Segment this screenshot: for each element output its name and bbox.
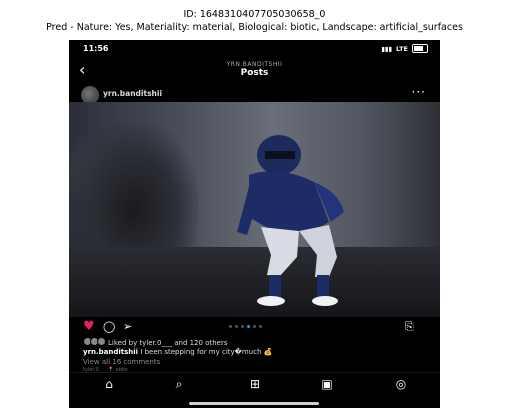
posts-header: ‹ YRN.BANDITSHII Posts — [69, 60, 440, 84]
share-icon[interactable]: ➢ — [123, 320, 132, 334]
signal-icon: ▮▮▮ — [381, 44, 393, 53]
reels-icon[interactable]: ▣ — [317, 377, 337, 391]
caption-username[interactable]: yrn.banditshii — [83, 348, 138, 356]
likes-text: Liked by tyler.0___ and 120 others — [108, 338, 228, 347]
profile-icon[interactable]: ◎ — [391, 377, 411, 391]
header-title: Posts — [240, 68, 269, 78]
like-heart-icon[interactable]: ♥ — [83, 320, 95, 334]
caption-pred: Pred - Nature: Yes, Materiality: materia… — [46, 22, 463, 33]
search-icon[interactable]: ⌕ — [169, 377, 189, 391]
bookmark-icon[interactable]: ⎘ — [405, 320, 414, 334]
post-author-row: yrn.banditshii ··· — [69, 84, 440, 104]
caption-id: ID: 1648310407705030658_0 — [183, 9, 326, 20]
carrier-label: LTE — [396, 44, 408, 53]
add-post-icon[interactable]: ⊞ — [245, 377, 265, 391]
post-actions: ♥ ◯ ➢ ⎘ — [69, 320, 440, 334]
caption-text: I been stepping for my city�much 💰 — [138, 348, 273, 356]
carousel-dot — [241, 325, 244, 328]
carousel-dot — [259, 325, 262, 328]
status-time: 11:56 — [83, 44, 109, 53]
status-bar: 11:56 ▮▮▮ LTE — [69, 44, 440, 58]
liker-avatars — [83, 337, 106, 348]
status-indicators: ▮▮▮ LTE — [381, 44, 428, 53]
football-player-figure — [237, 135, 344, 306]
view-comments-link[interactable]: View all 16 comments — [83, 358, 160, 366]
post-caption: yrn.banditshii I been stepping for my ci… — [83, 348, 272, 356]
more-horizontal-icon[interactable]: ··· — [412, 85, 426, 99]
header-subtitle: YRN.BANDITSHII — [226, 61, 283, 68]
carousel-dot — [235, 325, 238, 328]
home-icon[interactable]: ⌂ — [99, 377, 119, 391]
home-indicator — [189, 402, 319, 405]
likes-row[interactable]: Liked by tyler.0___ and 120 others — [83, 337, 228, 348]
phone-screenshot: 11:56 ▮▮▮ LTE ‹ YRN.BANDITSHII Posts yrn… — [69, 40, 440, 408]
image-caption: ID: 1648310407705030658_0 Pred - Nature:… — [0, 8, 509, 34]
carousel-dots — [229, 325, 262, 328]
carousel-dot — [229, 325, 232, 328]
comment-icon[interactable]: ◯ — [103, 320, 115, 334]
bottom-nav: ⌂ ⌕ ⊞ ▣ ◎ — [69, 372, 440, 397]
battery-icon — [412, 44, 428, 53]
carousel-dot-active — [247, 325, 250, 328]
post-photo[interactable] — [69, 102, 440, 317]
post-username[interactable]: yrn.banditshii — [103, 89, 162, 98]
carousel-dot — [253, 325, 256, 328]
